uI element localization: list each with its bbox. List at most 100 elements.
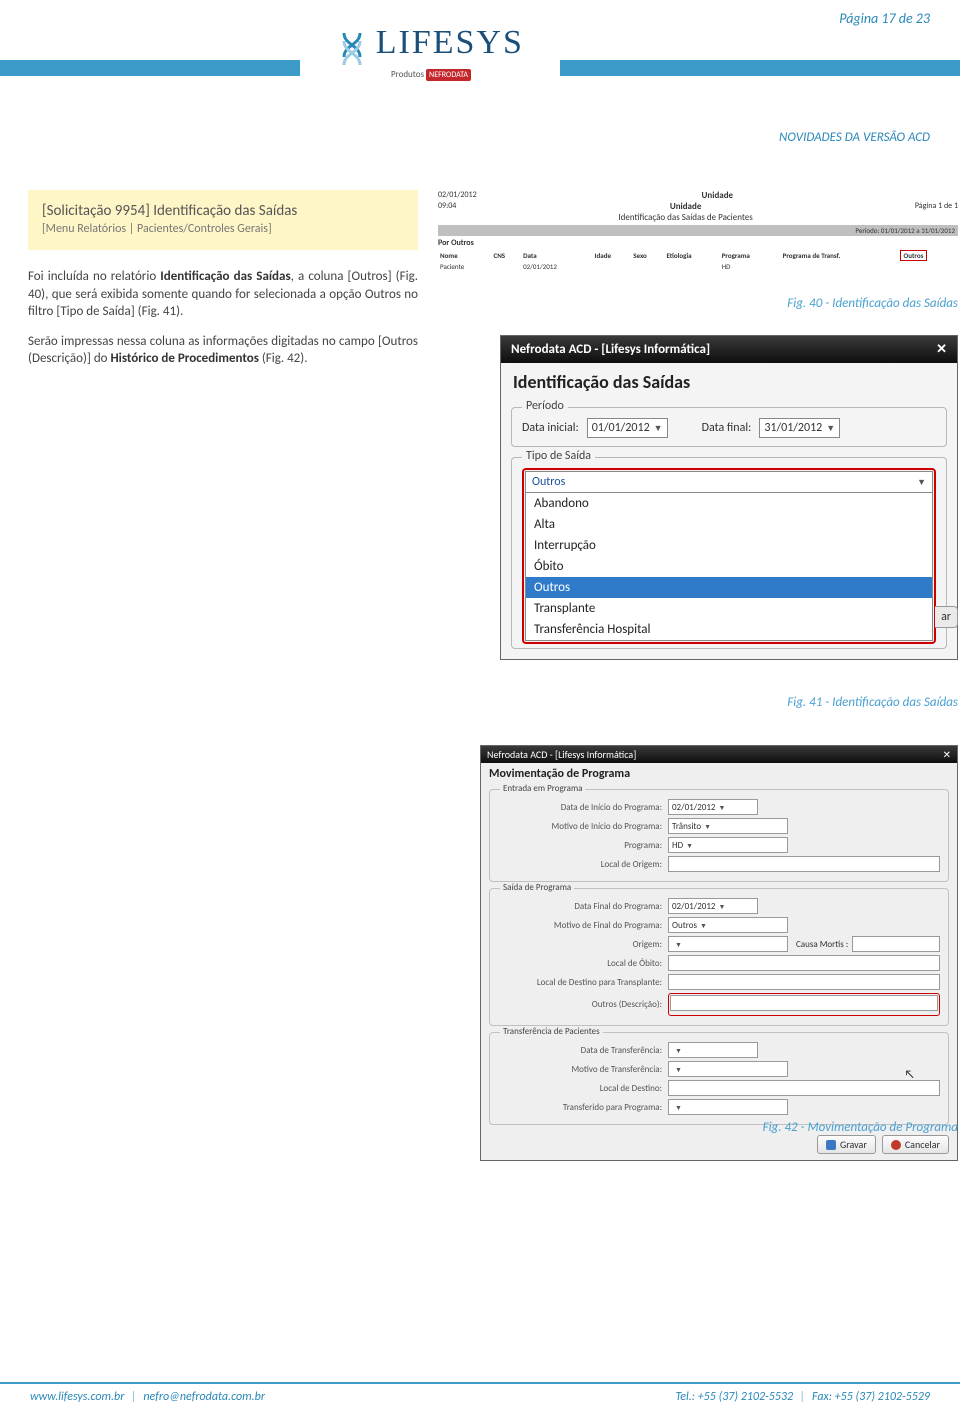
- footer-right: Tel.: +55 (37) 2102-5532 | Fax: +55 (37)…: [675, 1384, 930, 1404]
- fig41-caption: Fig. 41 - Identificação das Saídas: [500, 695, 958, 710]
- col-data: Data: [521, 250, 593, 261]
- bold-identificacao: Identificação das Saídas: [160, 269, 290, 284]
- input-local-destino[interactable]: [668, 1080, 940, 1096]
- body-text: Foi incluída no relatório Identificação …: [28, 268, 418, 368]
- fig40-caption: Fig. 40 - Identificação das Saídas: [438, 296, 958, 311]
- input-motivo-final[interactable]: Outros▼: [668, 917, 788, 933]
- rpt-pagenum: Página 1 de 1: [915, 201, 958, 223]
- fig42-titlebar: Nefrodata ACD - [Lifesys Informática] ✕: [481, 746, 957, 763]
- chevron-down-icon: ▼: [675, 1046, 682, 1055]
- rpt-title: Identificação das Saídas de Pacientes: [456, 212, 914, 223]
- transf-legend: Transferência de Pacientes: [500, 1026, 603, 1037]
- rpt-table: Nome CNS Data Idade Sexo Etiologia Progr…: [438, 250, 958, 272]
- chevron-down-icon: ▼: [675, 940, 682, 949]
- logo-main: LIFESYS: [306, 24, 556, 67]
- lbl-data-final: Data Final do Programa:: [498, 901, 668, 912]
- lbl-dest-transplante: Local de Destino para Transplante:: [498, 977, 668, 988]
- lbl-transf-programa: Transferido para Programa:: [498, 1102, 668, 1113]
- input-local-obito[interactable]: [668, 955, 940, 971]
- chevron-down-icon: ▼: [654, 423, 663, 434]
- dna-icon: [338, 31, 366, 67]
- input-data-inicio[interactable]: 02/01/2012▼: [668, 799, 758, 815]
- input-data-transf[interactable]: ▼: [668, 1042, 758, 1058]
- input-causa-mortis[interactable]: [852, 936, 940, 952]
- header-bar-left: [0, 60, 300, 76]
- rpt-date: 02/01/2012: [438, 190, 477, 201]
- fig42-caption: Fig. 42 - Movimentação de Programa: [480, 1120, 958, 1135]
- chevron-down-icon: ▼: [686, 841, 693, 850]
- lbl-programa: Programa:: [498, 840, 668, 851]
- close-icon[interactable]: ✕: [943, 748, 951, 761]
- opt-interrupcao[interactable]: Interrupção: [526, 535, 932, 556]
- opt-transplante[interactable]: Transplante: [526, 598, 932, 619]
- chevron-down-icon: ▼: [700, 921, 707, 930]
- logo-subtitle: Produtos NEFRODATA: [306, 69, 556, 80]
- page-header: Página 17 de 23 LIFESYS Produtos NEFRODA…: [0, 0, 960, 160]
- data-inicial-input[interactable]: 01/01/2012▼: [587, 418, 668, 438]
- chevron-down-icon: ▼: [718, 803, 725, 812]
- input-transf-programa[interactable]: ▼: [668, 1099, 788, 1115]
- save-icon: [826, 1140, 836, 1150]
- tipo-saida-legend: Tipo de Saída: [522, 449, 595, 463]
- lbl-origem: Origem:: [498, 939, 668, 950]
- tipo-saida-combo[interactable]: Outros ▼: [525, 471, 933, 493]
- footer-sep: |: [127, 1390, 141, 1404]
- paragraph-2: Serão impressas nessa coluna as informaç…: [28, 333, 418, 368]
- data-inicial-label: Data inicial:: [522, 421, 579, 435]
- chevron-down-icon: ▼: [826, 423, 835, 434]
- cancelar-button[interactable]: Cancelar: [882, 1135, 949, 1154]
- tipo-saida-highlight: Outros ▼ Abandono Alta Interrupção Óbito…: [522, 468, 936, 644]
- gravar-button[interactable]: Gravar: [817, 1135, 876, 1154]
- paragraph-1: Foi incluída no relatório Identificação …: [28, 268, 418, 321]
- input-outros-descricao[interactable]: [670, 995, 938, 1011]
- fig40-report: 02/01/2012 Unidade 09:04 Unidade Identif…: [438, 190, 958, 272]
- lbl-motivo-final: Motivo de Final do Programa:: [498, 920, 668, 931]
- opt-abandono[interactable]: Abandono: [526, 493, 932, 514]
- opt-transf-hospital[interactable]: Transferência Hospital: [526, 619, 932, 640]
- side-truncated-button[interactable]: ar: [935, 606, 958, 628]
- logo-block: LIFESYS Produtos NEFRODATA: [306, 24, 556, 80]
- input-dest-transplante[interactable]: [668, 974, 940, 990]
- opt-outros[interactable]: Outros: [526, 577, 932, 598]
- cancel-icon: [891, 1140, 901, 1150]
- tipo-saida-dropdown: Abandono Alta Interrupção Óbito Outros T…: [525, 493, 933, 641]
- logo-text: LIFESYS: [376, 24, 524, 61]
- col-etiologia: Etiologia: [664, 250, 719, 261]
- rpt-unidade2: Unidade: [456, 201, 914, 212]
- header-bar-right: [560, 60, 960, 76]
- input-motivo-inicio[interactable]: Trânsito▼: [668, 818, 788, 834]
- input-data-final[interactable]: 02/01/2012▼: [668, 898, 758, 914]
- lbl-motivo-transf: Motivo de Transferência:: [498, 1064, 668, 1075]
- footer-sep: |: [796, 1390, 810, 1404]
- saida-group: Saída de Programa Data Final do Programa…: [489, 888, 949, 1026]
- rpt-por: Por Outros: [438, 238, 958, 248]
- footer-url: www.lifesys.com.br: [30, 1390, 124, 1404]
- input-local-origem[interactable]: [668, 856, 940, 872]
- col-outros: Outros: [898, 250, 958, 261]
- data-final-label: Data final:: [702, 421, 752, 435]
- lbl-data-inicio: Data de Início do Programa:: [498, 802, 668, 813]
- footer-fax: Fax: +55 (37) 2102-5529: [812, 1390, 930, 1404]
- saida-legend: Saída de Programa: [500, 882, 574, 893]
- input-origem[interactable]: ▼: [668, 936, 788, 952]
- page-number: Página 17 de 23: [839, 10, 930, 27]
- close-icon[interactable]: ✕: [936, 342, 947, 357]
- col-cns: CNS: [491, 250, 521, 261]
- lbl-local-obito: Local de Óbito:: [498, 958, 668, 969]
- fig41-section-title: Identificação das Saídas: [501, 363, 957, 403]
- lbl-local-destino: Local de Destino:: [498, 1083, 668, 1094]
- lbl-causa-mortis: Causa Mortis :: [796, 939, 848, 950]
- highlight-block: [Solicitação 9954] Identificação das Saí…: [28, 190, 418, 250]
- opt-obito[interactable]: Óbito: [526, 556, 932, 577]
- fig42-buttonbar: Gravar Cancelar: [481, 1131, 957, 1160]
- chevron-down-icon: ▼: [675, 1065, 682, 1074]
- input-programa[interactable]: HD▼: [668, 837, 788, 853]
- opt-alta[interactable]: Alta: [526, 514, 932, 535]
- nefrodata-badge: NEFRODATA: [426, 69, 471, 81]
- footer-tel: Tel.: +55 (37) 2102-5532: [675, 1390, 793, 1404]
- input-motivo-transf[interactable]: ▼: [668, 1061, 788, 1077]
- periodo-legend: Período: [522, 399, 568, 413]
- fig41-dialog: Nefrodata ACD - [Lifesys Informática] ✕ …: [500, 335, 958, 660]
- data-final-input[interactable]: 31/01/2012▼: [759, 418, 840, 438]
- footer-left: www.lifesys.com.br | nefro@nefrodata.com…: [30, 1384, 265, 1404]
